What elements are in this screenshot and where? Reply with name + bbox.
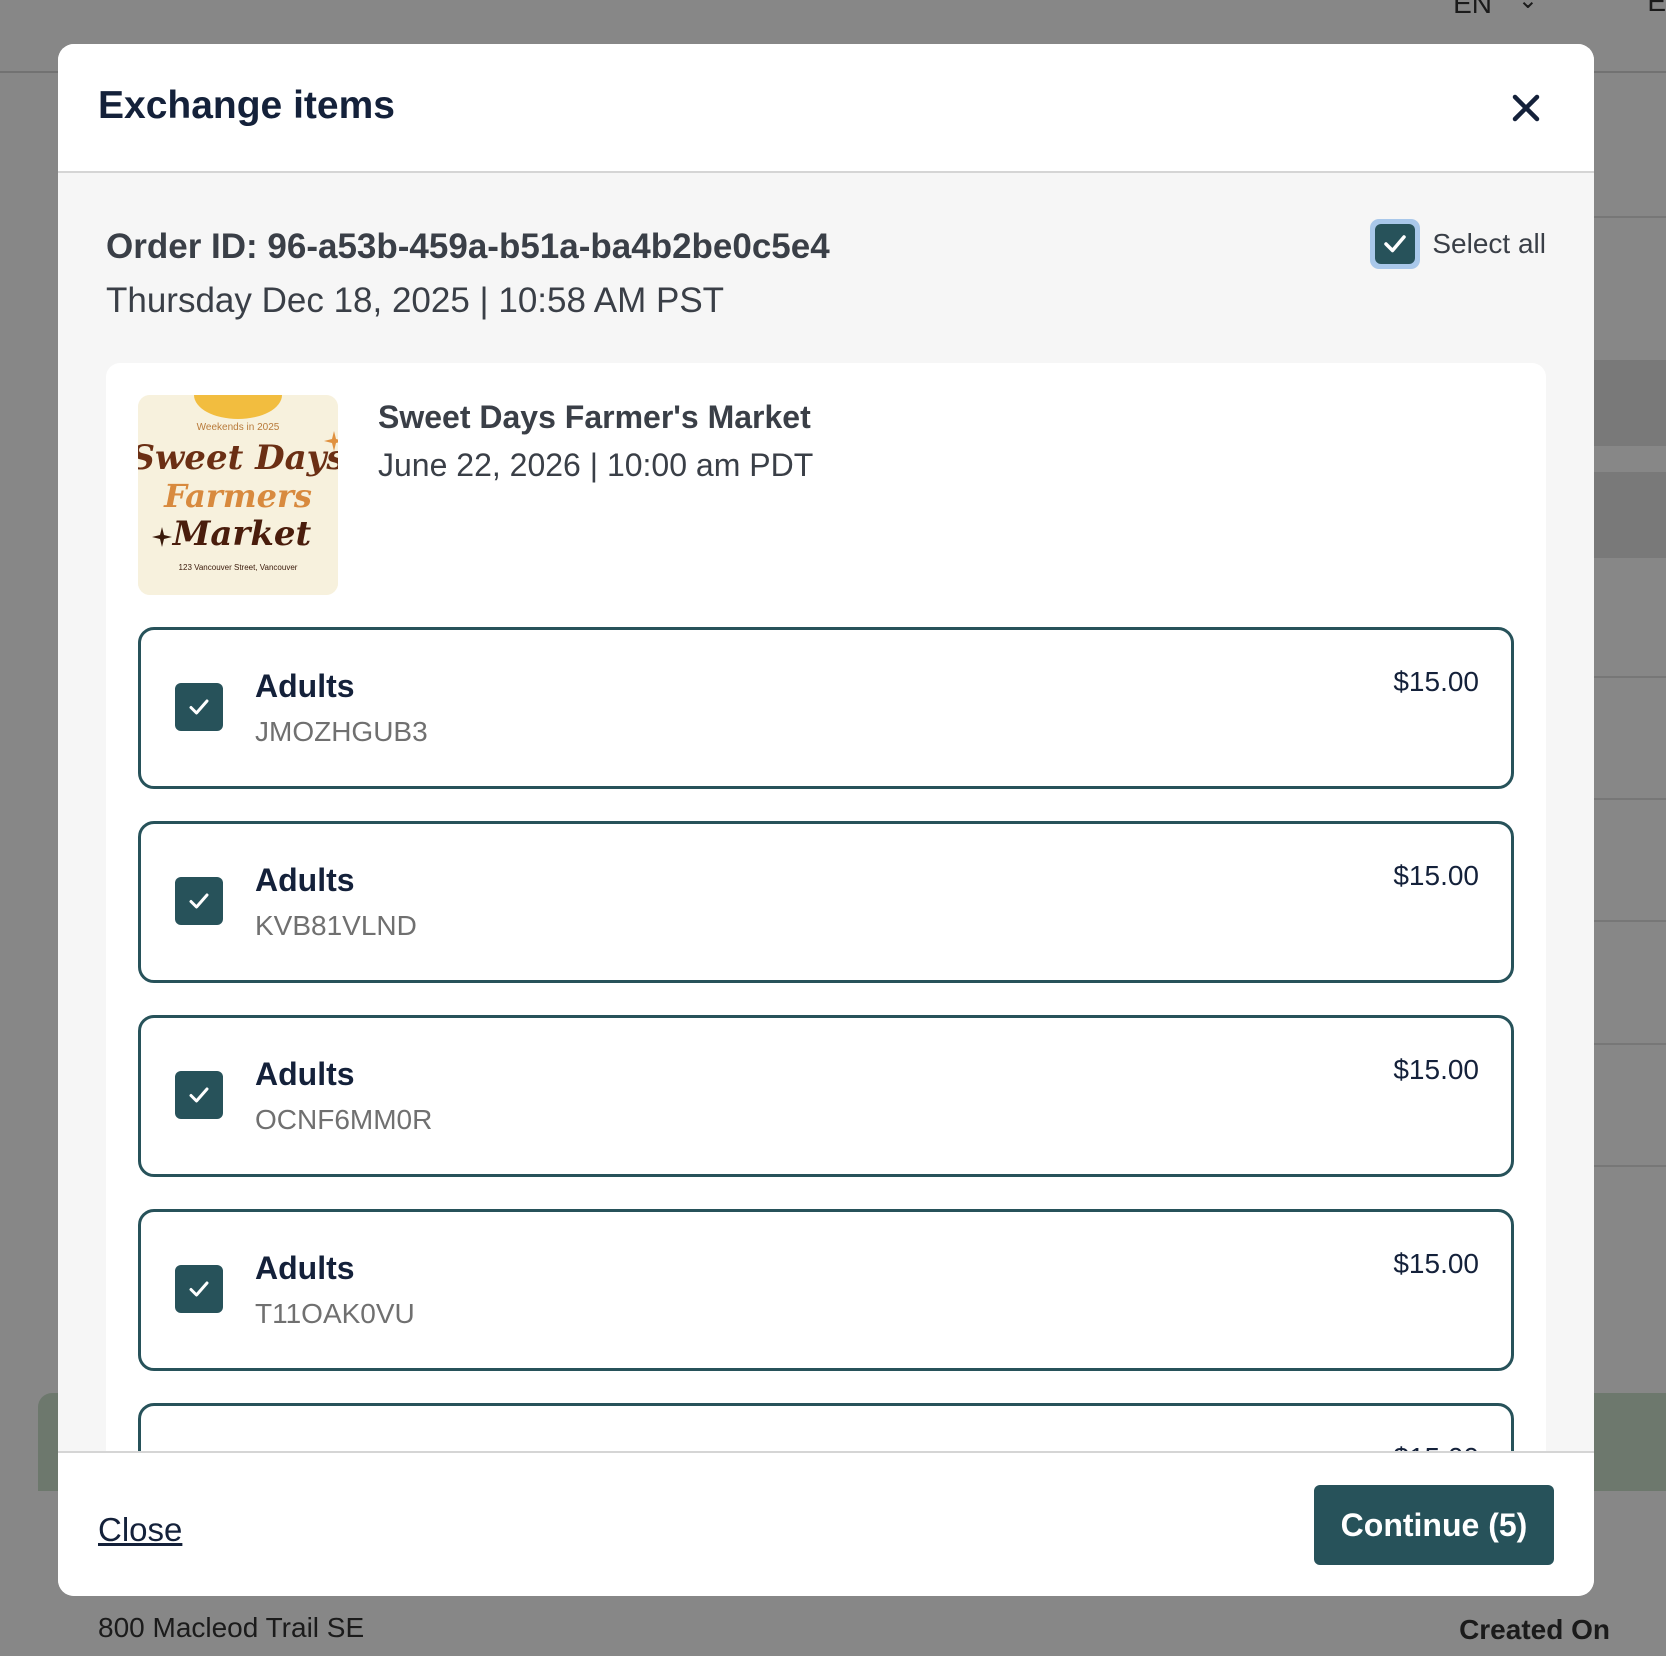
ticket-price: $15.00 [1393, 666, 1479, 697]
event-datetime: June 22, 2026 | 10:00 am PDT [378, 447, 814, 483]
ticket-type: Adults [255, 862, 355, 898]
event-card: Weekends in 2025 Sweet Days Farmers Mark… [106, 363, 1546, 1451]
poster-top-text: Weekends in 2025 [197, 422, 280, 433]
select-all-box [1375, 224, 1416, 264]
ticket-checkbox[interactable] [175, 1071, 223, 1119]
event-poster-image: Weekends in 2025 Sweet Days Farmers Mark… [138, 395, 338, 595]
ticket-checkbox[interactable] [175, 1265, 223, 1313]
ticket-checkbox[interactable] [175, 683, 223, 731]
exchange-items-modal: Exchange items Order ID: 96-a53b-459a-b5… [58, 44, 1594, 1596]
event-name: Sweet Days Farmer's Market [378, 399, 811, 435]
ticket-price: $15.00 [1393, 860, 1479, 891]
ticket-item[interactable]: Adults T11OAK0VU $15.00 [138, 1209, 1514, 1371]
ticket-type: Adults [255, 1056, 355, 1092]
modal-footer: Close Continue (5) [58, 1451, 1594, 1596]
modal-title: Exchange items [98, 84, 395, 127]
poster-address: 123 Vancouver Street, Vancouver [179, 563, 298, 572]
poster-line3: Market [172, 514, 312, 554]
poster-line2: Farmers [163, 477, 312, 515]
check-icon [189, 699, 209, 715]
ticket-item[interactable]: $15.00 [138, 1403, 1514, 1451]
ticket-type: Adults [255, 1250, 355, 1286]
poster-line1: Sweet Days [138, 438, 338, 478]
order-datetime: Thursday Dec 18, 2025 | 10:58 AM PST [106, 281, 725, 320]
modal-header: Exchange items [58, 44, 1594, 173]
ticket-item[interactable]: Adults KVB81VLND $15.00 [138, 821, 1514, 983]
close-icon [1512, 94, 1540, 122]
ticket-checkbox[interactable] [175, 877, 223, 925]
close-modal-button[interactable] [1506, 88, 1546, 128]
ticket-item[interactable]: Adults OCNF6MM0R $15.00 [138, 1015, 1514, 1177]
ticket-price: $15.00 [1393, 1054, 1479, 1085]
ticket-price: $15.00 [1393, 1442, 1479, 1451]
modal-body[interactable]: Order ID: 96-a53b-459a-b51a-ba4b2be0c5e4… [58, 175, 1594, 1451]
continue-button[interactable]: Continue (5) [1314, 1485, 1554, 1565]
close-link[interactable]: Close [98, 1511, 182, 1549]
ticket-code: T11OAK0VU [255, 1298, 415, 1329]
check-icon [189, 893, 209, 909]
ticket-code: OCNF6MM0R [255, 1104, 433, 1135]
ticket-code: KVB81VLND [255, 910, 417, 941]
ticket-price: $15.00 [1393, 1248, 1479, 1279]
check-icon [189, 1087, 209, 1103]
select-all-label: Select all [1432, 228, 1546, 259]
select-all-checkbox[interactable]: Select all [1370, 219, 1546, 269]
select-all-focus-ring [1370, 219, 1421, 269]
ticket-code: JMOZHGUB3 [255, 716, 428, 747]
check-icon [189, 1281, 209, 1297]
ticket-type: Adults [255, 668, 355, 704]
event-poster-graphic: Weekends in 2025 Sweet Days Farmers Mark… [138, 395, 338, 595]
order-id: Order ID: 96-a53b-459a-b51a-ba4b2be0c5e4 [106, 227, 830, 266]
check-icon [1384, 235, 1407, 253]
ticket-item[interactable]: Adults JMOZHGUB3 $15.00 [138, 627, 1514, 789]
